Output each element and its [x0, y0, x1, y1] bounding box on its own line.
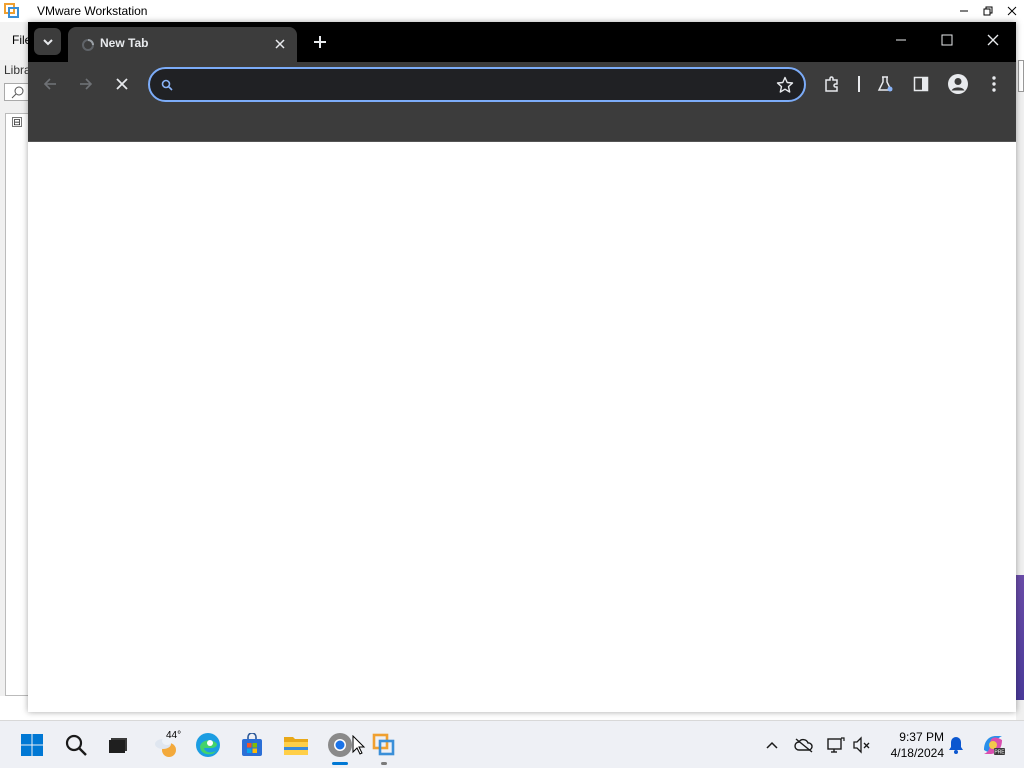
edge-taskbar-button[interactable]	[192, 729, 224, 761]
copilot-button[interactable]: PRE	[980, 732, 1006, 758]
vmware-taskbar-button[interactable]	[368, 729, 400, 761]
store-taskbar-button[interactable]	[236, 729, 268, 761]
network-tray-button[interactable]	[826, 735, 846, 755]
back-button[interactable]	[36, 70, 64, 98]
tab-close-button[interactable]	[271, 35, 289, 53]
vmware-vm-preview	[1016, 575, 1024, 700]
vmware-library-search[interactable]	[4, 83, 30, 101]
search-button[interactable]	[60, 729, 92, 761]
svg-text:PRE: PRE	[994, 750, 1005, 756]
tree-collapse-toggle[interactable]: ⊟	[12, 117, 22, 127]
close-icon	[275, 39, 285, 49]
cloud-offline-icon	[794, 738, 813, 753]
taskbar-clock[interactable]: 9:37 PM 4/18/2024	[872, 729, 944, 761]
more-vertical-icon	[992, 76, 996, 92]
vmware-minimize-button[interactable]	[952, 0, 976, 22]
side-panel-icon	[913, 76, 929, 92]
omnibox[interactable]	[148, 67, 806, 102]
chrome-maximize-button[interactable]	[924, 22, 970, 58]
vmware-window-title: VMware Workstation	[37, 4, 148, 18]
vmware-library-tree	[5, 113, 29, 696]
chrome-minimize-button[interactable]	[878, 22, 924, 58]
minimize-icon	[896, 39, 906, 41]
chevron-down-icon	[42, 38, 53, 45]
store-bag-icon	[242, 733, 262, 756]
show-hidden-icons-button[interactable]	[762, 735, 782, 755]
tab-new-tab[interactable]: New Tab	[68, 27, 297, 62]
mouse-cursor-icon	[352, 735, 366, 755]
labs-button[interactable]	[871, 70, 899, 98]
extensions-button[interactable]	[818, 70, 846, 98]
toolbar	[28, 62, 1016, 106]
star-icon	[776, 76, 794, 93]
arrow-right-icon	[80, 78, 93, 90]
vmware-logo-icon	[4, 3, 19, 18]
windows-logo-icon	[21, 734, 43, 756]
search-icon	[161, 79, 173, 91]
tab-strip: New Tab	[28, 22, 1016, 62]
vmware-titlebar: VMware Workstation	[0, 0, 1024, 22]
clock-date: 4/18/2024	[890, 746, 944, 760]
new-tab-button[interactable]	[308, 30, 332, 54]
folder-icon	[284, 737, 308, 755]
notifications-button[interactable]	[946, 735, 966, 755]
task-view-button[interactable]	[102, 729, 134, 761]
avatar-icon	[948, 74, 968, 94]
tab-title: New Tab	[100, 36, 149, 50]
vmware-logo-icon	[372, 733, 395, 756]
close-icon	[1007, 6, 1017, 16]
restore-icon	[983, 6, 993, 16]
maximize-icon	[941, 34, 953, 46]
toolbar-separator	[858, 76, 860, 92]
vmware-scrollbar[interactable]	[1018, 60, 1024, 92]
side-panel-button[interactable]	[907, 70, 935, 98]
vmware-library-label: Libra	[4, 63, 31, 77]
vmware-restore-button[interactable]	[976, 0, 1000, 22]
minimize-icon	[960, 10, 968, 12]
puzzle-piece-icon	[825, 76, 838, 92]
vmware-running-indicator	[381, 762, 387, 765]
onedrive-tray-button[interactable]	[794, 735, 814, 755]
taskbar: 44° 9:37 PM 4/18/2024 PRE	[0, 720, 1024, 768]
search-icon	[65, 734, 87, 756]
loading-spinner-icon	[82, 39, 94, 51]
address-bar-input[interactable]	[184, 74, 764, 96]
start-button[interactable]	[16, 729, 48, 761]
search-icon	[11, 86, 24, 99]
bookmark-star-button[interactable]	[774, 74, 796, 96]
chrome-menu-button[interactable]	[980, 70, 1008, 98]
chevron-up-icon	[766, 741, 778, 749]
chrome-active-indicator	[332, 762, 348, 765]
speaker-muted-icon	[853, 736, 870, 754]
chrome-window: New Tab	[28, 22, 1016, 712]
copilot-icon: PRE	[984, 736, 1005, 756]
volume-tray-button[interactable]	[852, 735, 872, 755]
profile-button[interactable]	[944, 70, 972, 98]
chrome-browser-icon	[328, 733, 352, 757]
close-icon	[987, 34, 999, 46]
vmware-close-button[interactable]	[1000, 0, 1024, 22]
chrome-close-button[interactable]	[970, 22, 1016, 58]
bookmarks-bar	[28, 106, 1016, 142]
network-monitor-icon	[827, 737, 845, 753]
task-view-icon	[109, 738, 127, 753]
weather-temperature: 44°	[166, 730, 182, 741]
flask-icon	[877, 76, 893, 92]
arrow-left-icon	[43, 78, 56, 90]
plus-icon	[314, 36, 326, 48]
clock-time: 9:37 PM	[899, 730, 944, 744]
bell-icon	[949, 737, 963, 754]
tab-search-button[interactable]	[34, 28, 61, 55]
page-content[interactable]	[28, 142, 1016, 712]
close-icon	[116, 78, 128, 90]
forward-button[interactable]	[72, 70, 100, 98]
stop-loading-button[interactable]	[108, 70, 136, 98]
file-explorer-taskbar-button[interactable]	[280, 729, 312, 761]
edge-browser-icon	[196, 733, 220, 757]
